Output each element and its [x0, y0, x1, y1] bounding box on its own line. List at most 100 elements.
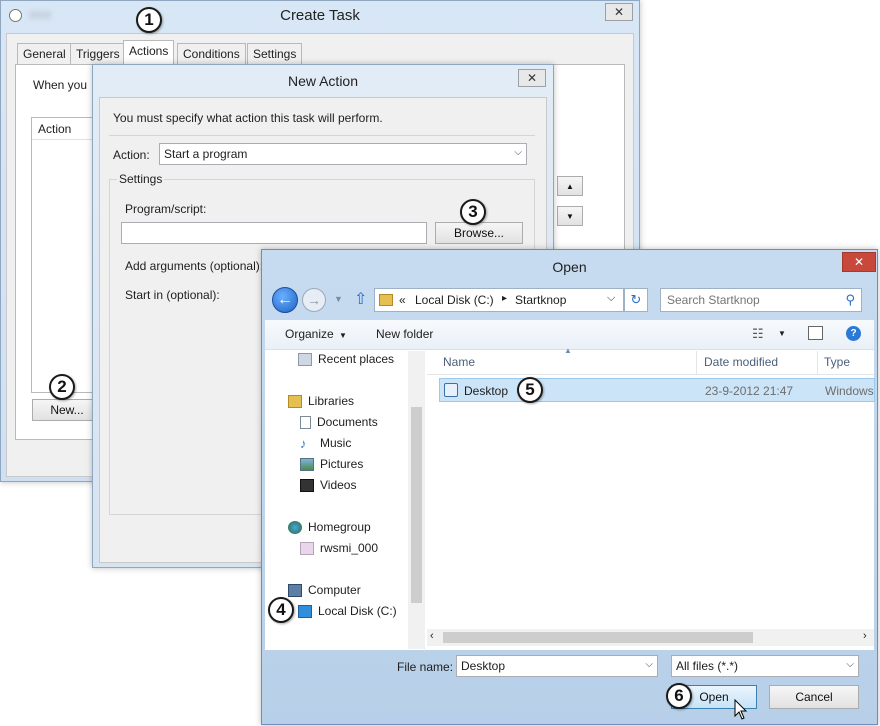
nav-local-disk[interactable]: Local Disk (C:)	[298, 601, 397, 621]
breadcrumb-drive[interactable]: Local Disk (C:)	[415, 293, 494, 307]
breadcrumb-folder[interactable]: Startknop	[515, 293, 566, 307]
actions-list: Action	[31, 117, 101, 393]
new-action-titlebar: New Action ✕	[93, 65, 553, 95]
column-date-modified[interactable]: Date modified	[704, 355, 778, 369]
open-button-label: Open	[699, 690, 729, 704]
create-task-close-button[interactable]: ✕	[605, 3, 633, 21]
address-dropdown-icon[interactable]: ⌵	[607, 292, 615, 305]
file-type: Windows	[825, 384, 874, 398]
up-folder-icon[interactable]: ⇧	[354, 289, 367, 309]
scroll-right-icon[interactable]: ›	[863, 630, 867, 642]
nav-computer[interactable]: Computer	[288, 580, 361, 600]
nav-pictures-label: Pictures	[320, 457, 364, 471]
file-type-filter[interactable]: All files (*.*) ⌵	[671, 655, 859, 677]
nav-pictures[interactable]: Pictures	[300, 454, 363, 474]
nav-homegroup-label: Homegroup	[308, 520, 371, 534]
breadcrumb-overflow[interactable]: «	[399, 293, 406, 307]
refresh-button[interactable]: ↻	[624, 288, 648, 312]
open-close-button[interactable]: ✕	[842, 252, 876, 272]
step-badge-5: 5	[517, 377, 543, 403]
file-type-filter-value: All files (*.*)	[676, 659, 739, 673]
new-folder-button[interactable]: New folder	[376, 327, 433, 341]
nav-homegroup[interactable]: Homegroup	[288, 517, 371, 537]
file-name-input[interactable]: Desktop ⌵	[456, 655, 658, 677]
folder-icon	[379, 294, 393, 306]
nav-user-label: rwsmi_000	[320, 541, 379, 555]
preview-pane-icon[interactable]	[808, 326, 823, 340]
file-horizontal-scrollbar[interactable]: ‹ ›	[427, 629, 874, 646]
file-row[interactable]: Desktop 23-9-2012 21:47 Windows	[439, 378, 875, 402]
open-dialog: Open ✕ ← → ▼ ⇧ « Local Disk (C:) ▸ Start…	[261, 249, 878, 725]
horizontal-scrollbar-thumb[interactable]	[443, 632, 753, 643]
column-name[interactable]: Name	[443, 355, 475, 369]
search-input[interactable]	[665, 292, 835, 308]
file-name-label: File name:	[397, 660, 454, 674]
nav-user[interactable]: rwsmi_000	[300, 538, 378, 558]
shortcut-folder-icon	[444, 383, 458, 397]
step-badge-3: 3	[460, 199, 486, 225]
windows-drive-icon	[298, 604, 312, 618]
tab-settings[interactable]: Settings	[247, 43, 303, 64]
move-up-button[interactable]: ▲	[557, 176, 583, 196]
nav-music-label: Music	[320, 436, 352, 450]
forward-button[interactable]: →	[302, 288, 326, 312]
close-icon: ✕	[526, 71, 538, 85]
back-button[interactable]: ←	[272, 287, 298, 313]
recent-locations-chevron-icon[interactable]: ▼	[334, 294, 343, 304]
nav-music[interactable]: ♪ Music	[300, 433, 351, 453]
nav-videos-label: Videos	[320, 478, 357, 492]
action-select-value: Start a program	[164, 147, 248, 161]
new-action-close-button[interactable]: ✕	[518, 69, 546, 87]
tab-general[interactable]: General	[17, 43, 72, 64]
instruction-divider	[109, 135, 535, 136]
nav-scrollbar[interactable]	[408, 351, 425, 649]
search-box[interactable]: ⚲	[660, 288, 862, 312]
organize-menu[interactable]: Organize ▼	[285, 327, 347, 341]
chevron-down-icon: ⌵	[514, 147, 522, 158]
help-icon[interactable]: ?	[846, 326, 861, 341]
back-arrow-icon: ←	[277, 291, 293, 308]
search-icon: ⚲	[845, 292, 855, 307]
step-badge-6: 6	[666, 683, 692, 709]
documents-icon	[300, 415, 311, 429]
nav-documents-label: Documents	[317, 415, 378, 429]
actions-list-header[interactable]: Action	[32, 118, 100, 140]
file-name-value: Desktop	[461, 659, 506, 673]
tab-actions[interactable]: Actions	[123, 40, 175, 65]
cancel-button-label: Cancel	[795, 690, 833, 704]
browse-button-label: Browse...	[453, 226, 504, 240]
create-task-titlebar: Create Task ✕	[1, 1, 639, 31]
tab-conditions[interactable]: Conditions	[177, 43, 246, 64]
action-select[interactable]: Start a program ⌵	[159, 143, 527, 165]
tab-conditions-label: Conditions	[183, 47, 240, 61]
settings-group-label: Settings	[117, 172, 165, 186]
move-down-button[interactable]: ▼	[557, 206, 583, 226]
close-icon: ✕	[853, 255, 865, 269]
actions-intro-text: When you	[33, 78, 88, 92]
step-badge-2: 2	[49, 374, 75, 400]
address-bar[interactable]: « Local Disk (C:) ▸ Startknop ⌵	[374, 288, 624, 312]
nav-documents[interactable]: Documents	[300, 412, 378, 432]
column-type[interactable]: Type	[824, 355, 850, 369]
view-options-chevron-icon[interactable]: ▼	[778, 329, 786, 338]
file-date: 23-9-2012 21:47	[705, 384, 794, 398]
music-icon: ♪	[300, 435, 307, 451]
nav-libraries[interactable]: Libraries	[288, 391, 354, 411]
tab-triggers[interactable]: Triggers	[70, 43, 126, 64]
start-in-label: Start in (optional):	[125, 288, 220, 302]
action-label: Action:	[113, 148, 150, 162]
nav-scrollbar-thumb[interactable]	[411, 407, 422, 603]
nav-libraries-label: Libraries	[308, 394, 355, 408]
recent-places-icon	[298, 352, 312, 366]
chevron-down-icon[interactable]: ⌵	[645, 659, 653, 670]
view-options-icon[interactable]: ☷	[752, 326, 764, 342]
down-arrow-icon: ▼	[566, 211, 574, 221]
cancel-button[interactable]: Cancel	[769, 685, 859, 709]
nav-videos[interactable]: Videos	[300, 475, 356, 495]
open-titlebar: Open ✕	[262, 250, 877, 280]
scroll-left-icon[interactable]: ‹	[430, 630, 434, 642]
browse-button[interactable]: Browse...	[435, 222, 523, 244]
user-avatar-icon	[300, 541, 314, 555]
nav-recent-places[interactable]: Recent places	[298, 349, 394, 369]
program-script-input[interactable]	[121, 222, 427, 244]
